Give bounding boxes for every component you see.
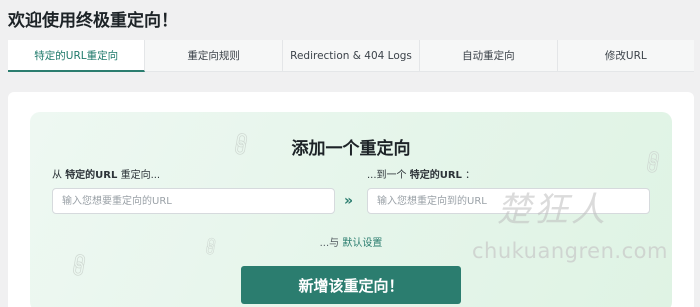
watermark-url: chukuangren.com: [472, 239, 668, 263]
tab-redirect-rules[interactable]: 重定向规则: [145, 40, 283, 72]
from-url-input[interactable]: [52, 188, 335, 214]
tab-specific-url-redirect[interactable]: 特定的URL重定向: [8, 40, 146, 72]
from-label: 从 特定的URL 重定向...: [52, 170, 161, 181]
tab-auto-redirect[interactable]: 自动重定向: [420, 40, 558, 72]
form-title: 添加一个重定向: [291, 139, 411, 159]
page-title: 欢迎使用终极重定向！: [8, 11, 178, 31]
default-settings-link[interactable]: 默认设置: [342, 238, 382, 249]
watermark-logo: 楚狂人: [497, 190, 608, 230]
tab-modify-url[interactable]: 修改URL: [557, 40, 695, 72]
arrow-right-icon: »: [344, 193, 353, 209]
to-label: ...到一个 特定的URL ：: [367, 170, 476, 181]
tab-bar: 特定的URL重定向 重定向规则 Redirection & 404 Logs 自…: [8, 40, 695, 72]
tab-redirection-404-logs[interactable]: Redirection & 404 Logs: [282, 40, 421, 72]
link-icon: 🔗︎: [64, 250, 95, 280]
add-redirect-button[interactable]: 新增该重定向！: [241, 266, 461, 304]
